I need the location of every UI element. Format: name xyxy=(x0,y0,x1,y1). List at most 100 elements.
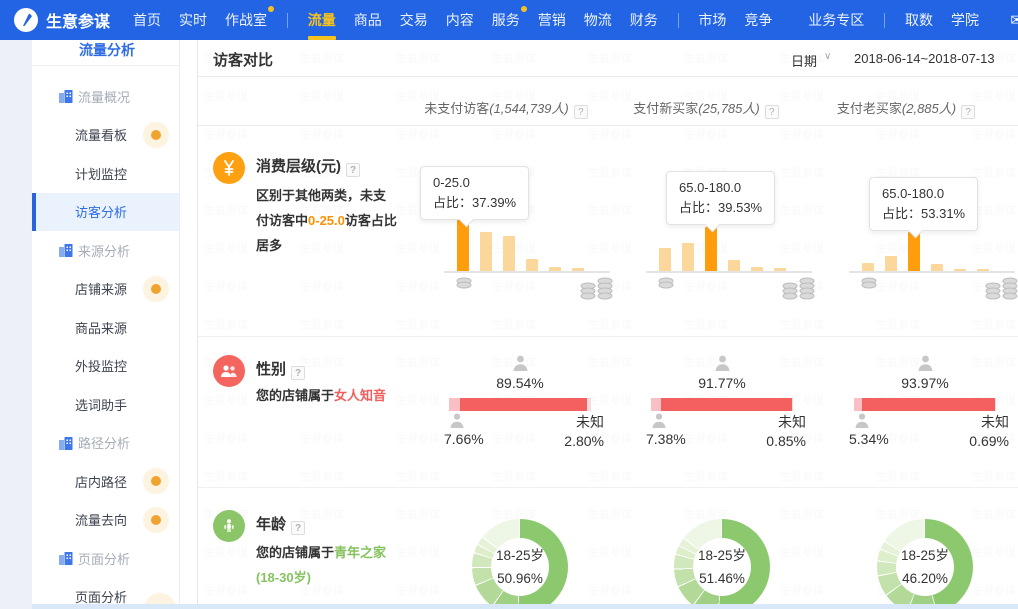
sidebar-item-keyword-helper[interactable]: 选词助手 xyxy=(32,385,179,424)
row-description: 您的店铺属于青年之家(18-30岁) xyxy=(256,540,431,590)
nav-item-label: 服务 xyxy=(492,12,520,28)
gender-chart-returning-buyers: 93.97% 5.34% 未知0.69% xyxy=(835,336,1015,487)
chevron-down-icon[interactable]: ∨ xyxy=(824,51,831,62)
tooltip-prefix: 占比： xyxy=(882,206,921,221)
consumption-chart-new-buyers[interactable]: 65.0-180.0占比：39.53% xyxy=(632,125,812,336)
sidebar-item-product-source[interactable]: 商品来源 xyxy=(32,308,179,347)
nav-separator xyxy=(884,13,885,28)
coin-scale-icons xyxy=(632,274,832,308)
row-title-text: 性别 xyxy=(256,361,286,378)
gender-bar[interactable] xyxy=(854,398,996,411)
row-gender: 性别? 您的店铺属于女人知音 89.54% 7.66% 未知2.80% 91.7… xyxy=(198,336,1018,488)
column-header-new-buyers: 支付新买家(25,785人)? xyxy=(606,98,806,119)
chart-tooltip: 0-25.0占比：37.39% xyxy=(420,166,529,220)
row-title: 消费层级(元)? xyxy=(256,155,360,177)
female-percent: 93.97% xyxy=(854,375,996,391)
sidebar-section-traffic-overview[interactable]: 流量概况 xyxy=(32,77,179,116)
help-icon[interactable]: ? xyxy=(291,521,305,535)
nav-item-traffic[interactable]: 流量 xyxy=(308,0,336,40)
age-donut[interactable]: 18-25岁50.96% xyxy=(472,519,568,609)
mail-icon[interactable]: ✉ xyxy=(1010,11,1018,29)
help-icon[interactable]: ? xyxy=(961,105,975,119)
tooltip-value: 53.31% xyxy=(921,206,965,221)
column-name: 支付老买家 xyxy=(837,101,902,116)
building-icon xyxy=(59,244,73,257)
sidebar-section-page-analysis[interactable]: 页面分析 xyxy=(32,539,179,578)
sidebar-item-visitor-analysis[interactable]: 访客分析 xyxy=(32,193,179,232)
nav-item-data-extract[interactable]: 取数 xyxy=(905,0,933,40)
age-donut[interactable]: 18-25岁51.46% xyxy=(674,519,770,609)
unknown-percent: 0.69% xyxy=(969,432,1009,451)
sidebar-section-source-analysis[interactable]: 来源分析 xyxy=(32,231,179,270)
gender-bar[interactable] xyxy=(449,398,591,411)
age-percent: 46.20% xyxy=(902,567,948,590)
sidebar-section-path-analysis[interactable]: 路径分析 xyxy=(32,424,179,463)
row-description: 您的店铺属于女人知音 xyxy=(256,383,426,408)
unknown-stat: 未知2.80% xyxy=(564,413,604,451)
help-icon[interactable]: ? xyxy=(291,366,305,380)
age-range: 18-25岁 xyxy=(496,544,544,567)
nav-item-academy[interactable]: 学院 xyxy=(951,0,979,40)
nav-item-competition[interactable]: 竞争 xyxy=(744,0,772,40)
chart-axis xyxy=(646,271,812,273)
sidebar-item-plan-monitor[interactable]: 计划监控 xyxy=(32,154,179,193)
column-count: (1,544,739人) xyxy=(489,101,569,116)
donut-center-label: 18-25岁51.46% xyxy=(693,538,751,596)
sidebar-item-instore-path[interactable]: 店内路径 xyxy=(32,462,179,501)
nav-item-service[interactable]: 服务 xyxy=(492,0,520,40)
sidebar-item-external-monitor[interactable]: 外投监控 xyxy=(32,347,179,386)
nav-item-business-zone[interactable]: 业务专区 xyxy=(808,0,864,40)
age-range: 18-25岁 xyxy=(698,544,746,567)
nav-item-content[interactable]: 内容 xyxy=(446,0,474,40)
row-title: 年龄? xyxy=(256,513,305,535)
nav-item-market[interactable]: 市场 xyxy=(698,0,726,40)
help-icon[interactable]: ? xyxy=(346,163,360,177)
column-count: (25,785人) xyxy=(698,101,759,116)
page-left-background xyxy=(0,40,32,609)
sidebar-item-label: 外投监控 xyxy=(32,356,127,375)
nav-item-realtime[interactable]: 实时 xyxy=(179,0,207,40)
main-content: 生意参谋 访客对比 日期 ∨ 2018-06-14~2018-07-13 未支付… xyxy=(197,40,1018,609)
gender-bar[interactable] xyxy=(651,398,793,411)
age-chart-returning-buyers: 18-25岁46.20% xyxy=(835,487,1015,609)
sidebar-item-label: 计划监控 xyxy=(32,164,127,183)
nav-item-product[interactable]: 商品 xyxy=(354,0,382,40)
help-icon[interactable]: ? xyxy=(574,105,588,119)
nav-item-finance[interactable]: 财务 xyxy=(630,0,658,40)
consumption-chart-returning-buyers[interactable]: 65.0-180.0占比：53.31% xyxy=(835,125,1015,336)
date-range-value[interactable]: 2018-06-14~2018-07-13 xyxy=(854,51,995,66)
sidebar-item-traffic-dashboard[interactable]: 流量看板 xyxy=(32,116,179,155)
help-icon[interactable]: ? xyxy=(765,105,779,119)
age-donut[interactable]: 18-25岁46.20% xyxy=(877,519,973,609)
tooltip-prefix: 占比： xyxy=(679,200,718,215)
sidebar-item-label: 访客分析 xyxy=(32,202,127,221)
sidebar-item-shop-source[interactable]: 店铺来源 xyxy=(32,270,179,309)
donut-center-label: 18-25岁50.96% xyxy=(491,538,549,596)
nav-item-home[interactable]: 首页 xyxy=(133,0,161,40)
age-range: 18-25岁 xyxy=(901,544,949,567)
column-count: (2,885人) xyxy=(902,101,956,116)
tooltip-value: 39.53% xyxy=(718,200,762,215)
sidebar-item-label: 商品来源 xyxy=(32,318,127,337)
column-name: 支付新买家 xyxy=(633,101,698,116)
date-filter-label[interactable]: 日期 xyxy=(791,51,817,70)
nav-right-group: 取数 学院 xyxy=(896,0,988,40)
age-percent: 51.46% xyxy=(699,567,745,590)
male-icon xyxy=(853,412,871,429)
nav-item-marketing[interactable]: 营销 xyxy=(538,0,566,40)
nav-item-logistics[interactable]: 物流 xyxy=(584,0,612,40)
new-feature-dot xyxy=(151,476,161,486)
unknown-label: 未知 xyxy=(969,413,1009,432)
donut-center-label: 18-25岁46.20% xyxy=(896,538,954,596)
sidebar-item-traffic-destination[interactable]: 流量去向 xyxy=(32,501,179,540)
unknown-percent: 2.80% xyxy=(564,432,604,451)
nav-item-trade[interactable]: 交易 xyxy=(400,0,428,40)
nav-separator xyxy=(678,13,679,28)
consumption-chart-unpaid[interactable]: 0-25.0占比：37.39% xyxy=(430,125,610,336)
brand-name[interactable]: 生意参谋 xyxy=(46,8,110,32)
unknown-label: 未知 xyxy=(766,413,806,432)
app-logo-icon[interactable] xyxy=(14,8,38,32)
content-header: 访客对比 日期 ∨ 2018-06-14~2018-07-13 xyxy=(198,40,1018,77)
building-icon xyxy=(59,552,73,565)
nav-item-war-room[interactable]: 作战室 xyxy=(225,0,267,40)
